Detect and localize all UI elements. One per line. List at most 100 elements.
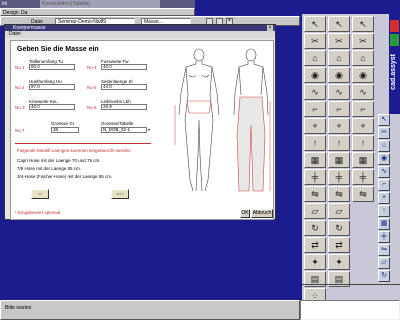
menu-bar: Design Da [0, 8, 195, 16]
field-8-input[interactable]: N_DOB_32-1 [101, 127, 147, 133]
body-figure-front [174, 48, 220, 192]
notch-icon[interactable]: ╪ [328, 169, 350, 185]
body-figure-trousers [233, 48, 271, 192]
field-8-label: Groesse/Tabelle [101, 121, 134, 126]
seam-icon[interactable]: ╪ [304, 169, 326, 185]
arrow-icon[interactable]: ↖ [304, 16, 326, 32]
join-icon[interactable]: ↻ [328, 220, 350, 236]
fx-icon[interactable]: ↖ [352, 16, 374, 32]
hat-icon[interactable]: ✦ [328, 254, 350, 270]
link-icon[interactable]: ⌂ [352, 50, 374, 66]
diag-icon[interactable]: ✂ [328, 33, 350, 49]
brand-name: cad.assyst [390, 54, 397, 90]
cancel-button[interactable]: Abbruch [251, 209, 273, 218]
circle-icon[interactable]: + [352, 118, 374, 134]
ruler2-icon[interactable]: ▦ [328, 152, 350, 168]
marker-icon[interactable]: ↑ [352, 135, 374, 151]
square3-icon[interactable]: ◉ [378, 153, 390, 165]
status-field-right [300, 300, 400, 320]
cut-icon[interactable]: ✂ [304, 33, 326, 49]
field-1-no: No 1 [15, 65, 25, 70]
arrow-up-icon[interactable]: ↑ [304, 135, 326, 151]
divider [15, 143, 151, 144]
option-ok-button[interactable]: ok [31, 189, 49, 199]
field-4-no: No 4 [87, 65, 97, 70]
star-icon[interactable]: ✦ [304, 254, 326, 270]
brand-tab-green[interactable] [390, 34, 399, 46]
warning-text: Folgende Modell-Laengen koennen eingetau… [17, 148, 131, 153]
form-panel: Geben Sie die Masse ein No 1 Taillenumfa… [10, 40, 274, 220]
field-7-label: Groesse Gr [51, 121, 75, 126]
label-icon[interactable]: ⌐ [378, 179, 390, 191]
marker-icon[interactable]: ↑ [378, 205, 390, 217]
field-4-input[interactable]: 40.0 [101, 64, 147, 70]
plus-icon[interactable]: + [304, 118, 326, 134]
tri-icon[interactable]: ✂ [378, 127, 390, 139]
option-abbr-button[interactable]: abbr [111, 189, 129, 199]
flip-icon[interactable]: ⇄ [304, 237, 326, 253]
grid2-icon[interactable]: ∿ [352, 84, 374, 100]
eye-icon[interactable]: ◉ [304, 67, 326, 83]
brand-tab-red[interactable] [390, 20, 399, 32]
footnote: * Eingabewert optional [15, 210, 61, 215]
gear-icon[interactable]: ↻ [378, 270, 390, 282]
window-title-strip: Konstruktion [Tabelle] [40, 0, 160, 8]
field-6-input[interactable]: 26.9 [101, 104, 147, 110]
stamp-icon[interactable]: ▱ [378, 257, 390, 269]
square-icon[interactable]: ↖ [328, 16, 350, 32]
label-icon[interactable]: ⌐ [352, 101, 374, 117]
mirror-icon[interactable]: ⇋ [304, 186, 326, 202]
ok-button[interactable]: OK [240, 209, 250, 218]
link-icon[interactable]: ⌂ [378, 140, 390, 152]
split-icon[interactable]: ⇄ [328, 237, 350, 253]
cut2-icon[interactable]: ▱ [328, 203, 350, 219]
shape-icon[interactable]: ⇋ [328, 186, 350, 202]
status-text: Bitte warten [5, 305, 32, 311]
pencil-icon[interactable]: ◉ [328, 67, 350, 83]
field-2-input[interactable]: 97.0 [29, 84, 75, 90]
dialog-menu-datei[interactable]: Datei [9, 31, 21, 37]
grid2-icon[interactable]: ∿ [378, 166, 390, 178]
bracket-icon[interactable]: ∿ [328, 84, 350, 100]
pattern-icon[interactable]: ▦ [304, 152, 326, 168]
field-6-no: No 6 [87, 105, 97, 110]
tool-palette: cad.assyst ↖ ✂ ⌂ ◉ ∿ ⌐ + ↑ ▦ ╪ ⇋ ▱ ↻ ⇄ ✦ ▤ ⁘ ↖ ✂ ⌂ ◉ ∿ ⌐ + ↑ ▦ ╪ ⇋… [302, 14, 400, 320]
option-ok-label: ok [37, 191, 43, 196]
measurements-dialog: Koerpermasse × Datei Geben Sie die Masse… [4, 24, 276, 220]
ruler-icon[interactable]: ⌐ [328, 101, 350, 117]
fx-icon[interactable]: ↖ [378, 114, 390, 126]
piece-icon[interactable]: ▱ [304, 203, 326, 219]
field-3-input[interactable]: 40.0 [29, 104, 75, 110]
field-7-no: No 7 [15, 128, 25, 133]
square2-icon[interactable]: ⌂ [328, 50, 350, 66]
option-abbr-label: abbr [115, 191, 124, 196]
curve-icon[interactable]: ∿ [304, 84, 326, 100]
shirt-icon[interactable]: ⌂ [304, 50, 326, 66]
num-icon[interactable]: ▦ [352, 152, 374, 168]
rotate-icon[interactable]: ↻ [304, 220, 326, 236]
info-line-3: 3/4-Hose (Fischer-Hose) mit der Laenge 5… [17, 174, 113, 179]
pattern2-icon[interactable]: ⇋ [352, 186, 374, 202]
app-title: Ini [2, 1, 8, 7]
select-icon[interactable]: ╪ [378, 231, 390, 243]
dialog-menu-bar: Datei [5, 31, 275, 38]
info-line-1: Capri Hose mit der Laenge 70 und 75 cm. [17, 158, 101, 163]
palette-divider [302, 284, 400, 285]
select-icon[interactable]: ╪ [352, 169, 374, 185]
circle-icon[interactable]: + [378, 192, 390, 204]
field-2-no: No 2 [15, 85, 25, 90]
info-line-2: 7/8 Hose mit der Laenge 85 cm. [17, 166, 82, 171]
cross-icon[interactable]: ↑ [328, 135, 350, 151]
measure-icon[interactable]: + [328, 118, 350, 134]
square3-icon[interactable]: ◉ [352, 67, 374, 83]
status-bar: Bitte warten [0, 300, 300, 320]
pattern2-icon[interactable]: ⇋ [378, 244, 390, 256]
fold-icon[interactable]: ⌐ [304, 101, 326, 117]
app-title-bar: Ini Konstruktion [Tabelle] [0, 0, 195, 8]
field-5-input[interactable]: 44.0 [101, 84, 147, 90]
num-icon[interactable]: ▦ [378, 218, 390, 230]
field-1-input[interactable]: 80.0 [29, 64, 75, 70]
field-7-input[interactable]: 38 [51, 127, 79, 133]
tri-icon[interactable]: ✂ [352, 33, 374, 49]
field-8-dropdown-icon[interactable]: ▾ [148, 127, 150, 132]
